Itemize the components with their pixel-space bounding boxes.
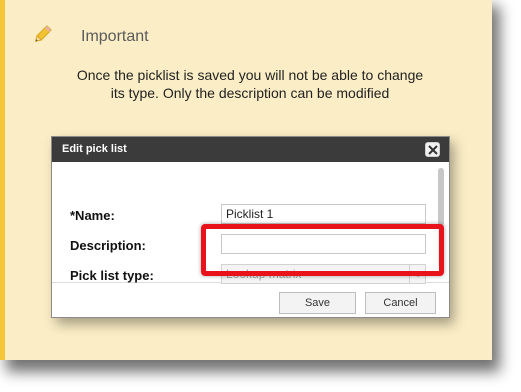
pencil-icon	[31, 24, 53, 46]
close-icon	[428, 145, 438, 155]
name-input[interactable]	[221, 204, 426, 224]
pick-list-type-label: Pick list type:	[70, 268, 154, 283]
description-label: Description:	[70, 238, 146, 253]
dialog-header: Edit pick list	[52, 137, 449, 162]
name-label: *Name:	[70, 208, 115, 223]
pick-list-type-highlight	[201, 224, 444, 276]
scrollbar-thumb[interactable]	[438, 168, 444, 226]
dialog-footer: Save Cancel	[52, 283, 449, 317]
dialog-title: Edit pick list	[62, 143, 127, 155]
callout-title: Important	[81, 28, 149, 45]
close-button[interactable]	[425, 142, 440, 157]
cancel-button[interactable]: Cancel	[365, 292, 436, 314]
callout-message: Once the picklist is saved you will not …	[76, 67, 424, 101]
save-button[interactable]: Save	[279, 292, 356, 314]
